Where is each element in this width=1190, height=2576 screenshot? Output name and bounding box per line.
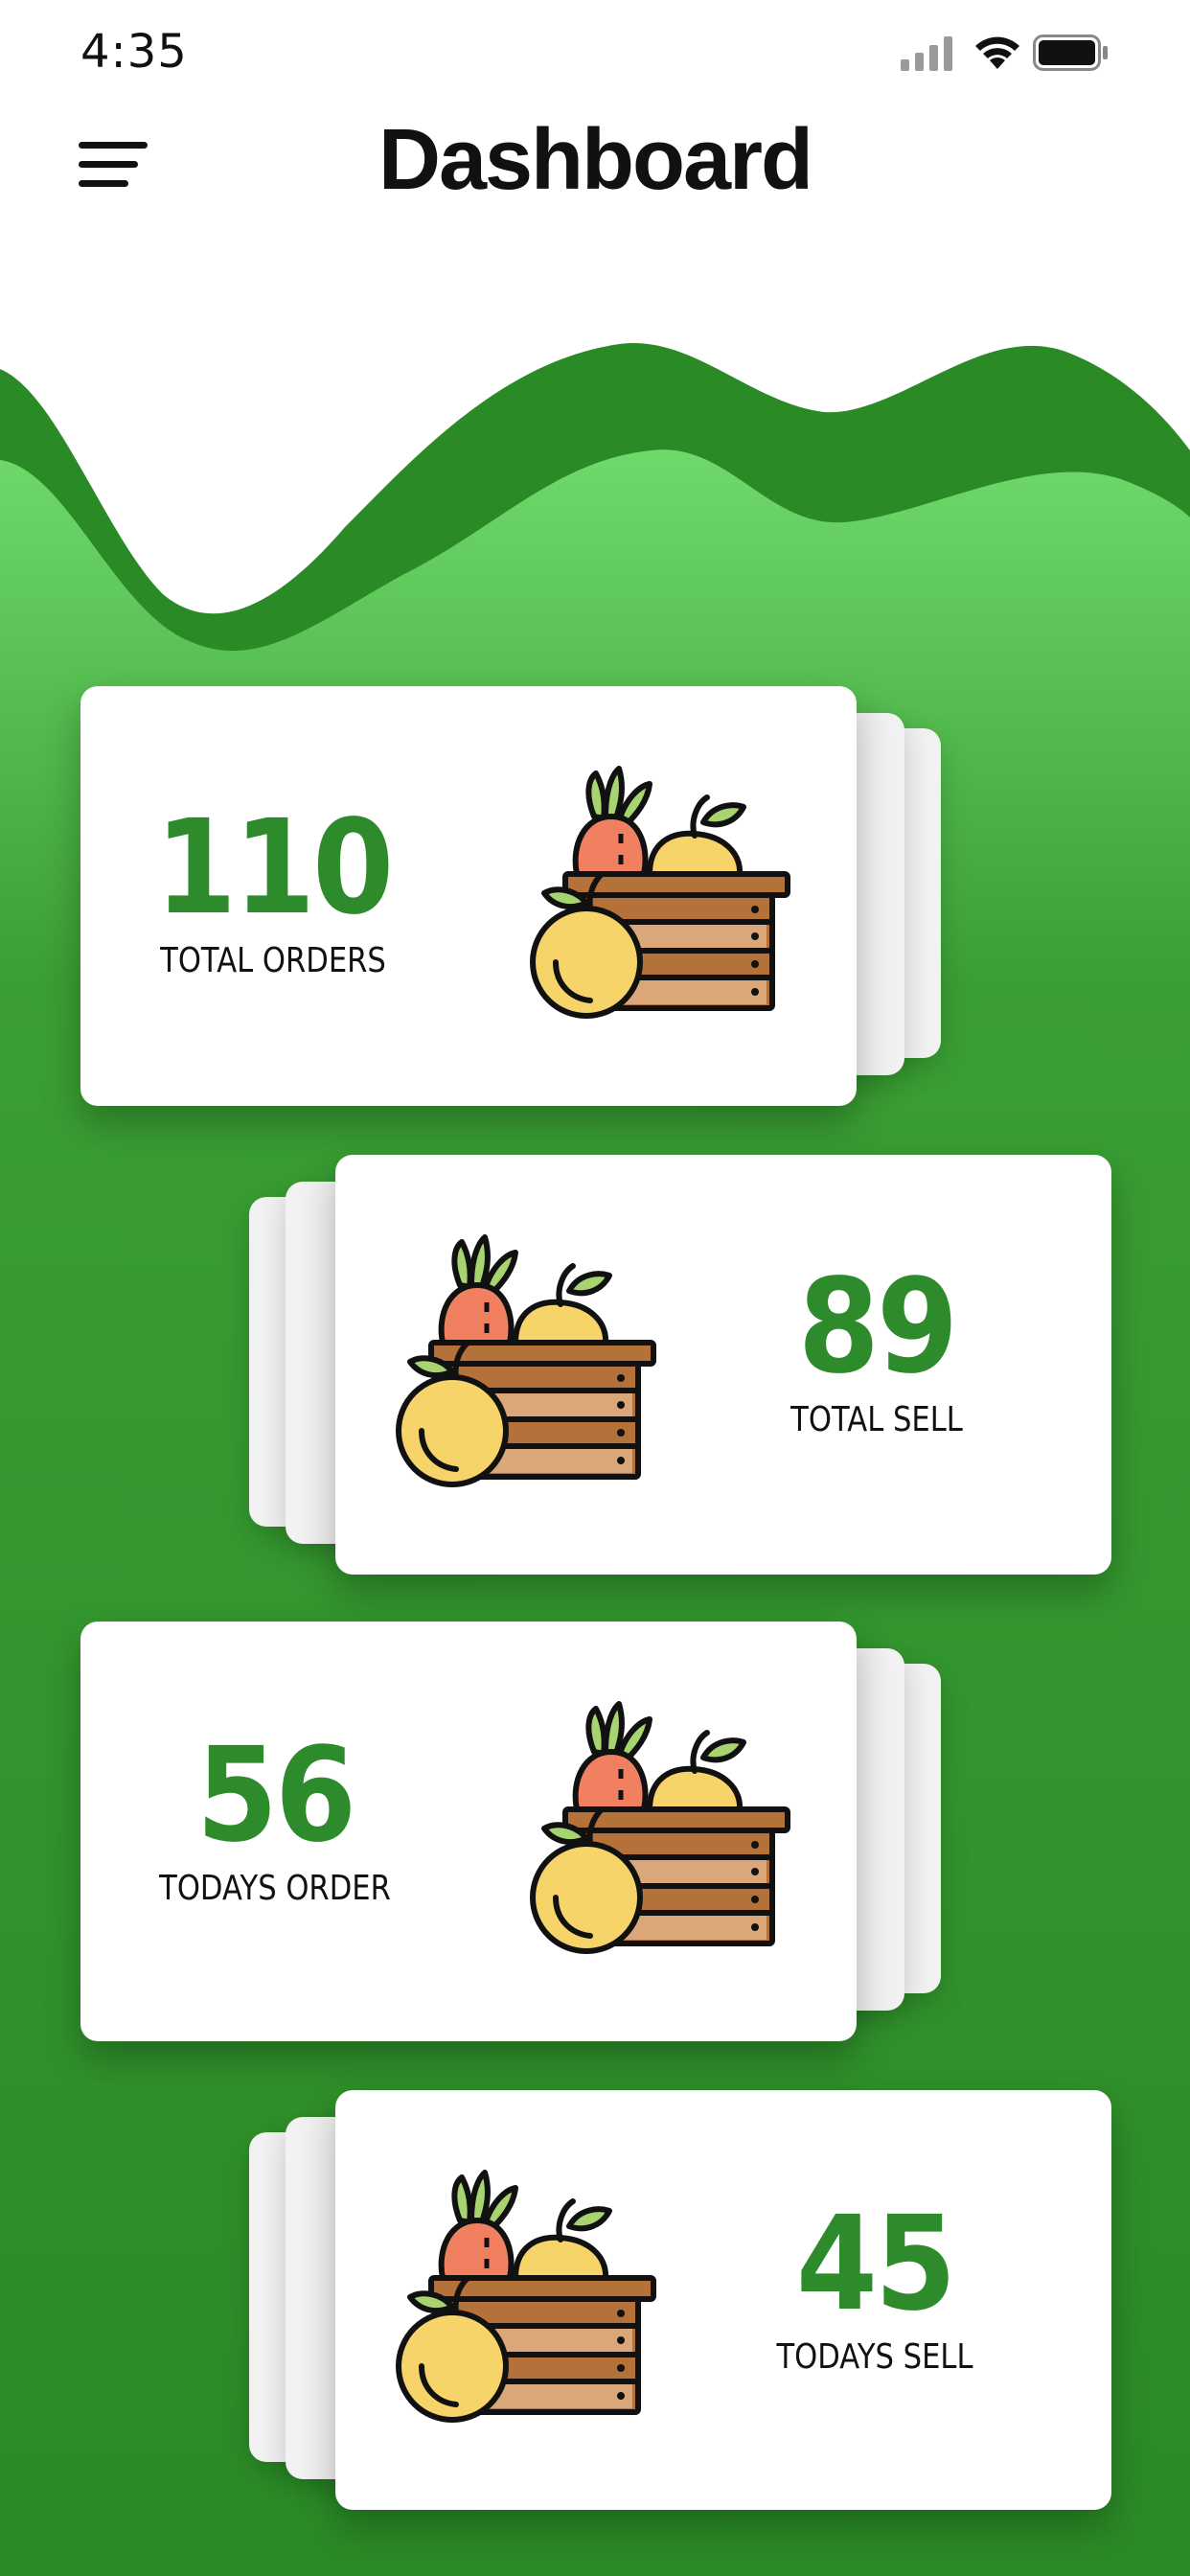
- stat-card-total-orders[interactable]: 110 TOTAL ORDERS: [80, 686, 943, 1108]
- battery-icon: [1033, 34, 1108, 71]
- stat-value: 89: [797, 1252, 958, 1403]
- stat-block: 110 TOTAL ORDERS: [115, 801, 431, 980]
- stat-block: 56 TODAYS ORDER: [117, 1729, 433, 1908]
- page-title: Dashboard: [378, 112, 813, 208]
- stat-label: TOTAL SELL: [790, 1400, 963, 1439]
- stat-value: 110: [154, 793, 394, 944]
- stat-card-total-sell[interactable]: 89 TOTAL SELL: [247, 1155, 1111, 1576]
- stat-block: 89 TOTAL SELL: [719, 1260, 1035, 1439]
- stat-block: 45 TODAYS SELL: [717, 2197, 1033, 2377]
- fruit-crate-icon: [527, 1694, 795, 1963]
- status-time: 4:35: [80, 25, 188, 79]
- stat-label: TOTAL ORDERS: [160, 941, 386, 980]
- fruit-crate-icon: [393, 1228, 661, 1496]
- stat-label: TODAYS ORDER: [159, 1869, 391, 1908]
- stat-card-todays-sell[interactable]: 45 TODAYS SELL: [247, 2090, 1111, 2512]
- stat-card[interactable]: 56 TODAYS ORDER: [80, 1622, 857, 2041]
- stat-card[interactable]: 110 TOTAL ORDERS: [80, 686, 857, 1106]
- stat-card-todays-order[interactable]: 56 TODAYS ORDER: [80, 1622, 943, 2043]
- fruit-crate-icon: [527, 759, 795, 1027]
- stat-value: 45: [795, 2189, 956, 2340]
- cellular-signal-icon: [901, 36, 952, 71]
- stat-card[interactable]: 45 TODAYS SELL: [335, 2090, 1111, 2510]
- stat-label: TODAYS SELL: [776, 2337, 973, 2377]
- stat-card[interactable]: 89 TOTAL SELL: [335, 1155, 1111, 1575]
- stat-value: 56: [195, 1720, 356, 1872]
- wifi-icon: [975, 36, 1019, 69]
- fruit-crate-icon: [393, 2163, 661, 2431]
- status-bar: 4:35: [0, 0, 1190, 105]
